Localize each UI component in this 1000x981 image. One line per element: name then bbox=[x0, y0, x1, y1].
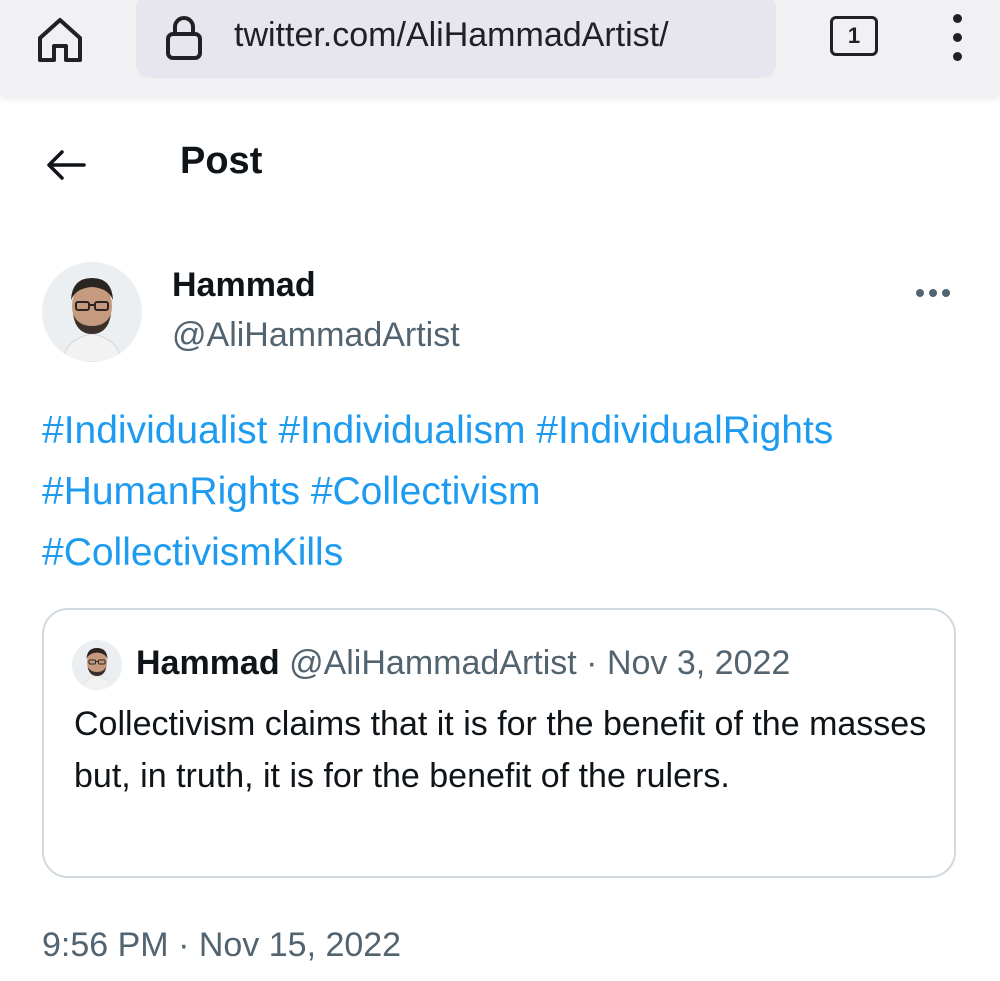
post-text: #Individualist #Individualism #Individua… bbox=[42, 400, 982, 583]
quoted-post-meta: @AliHammadArtist · Nov 3, 2022 bbox=[289, 644, 791, 682]
home-button[interactable] bbox=[34, 14, 86, 66]
back-button[interactable] bbox=[46, 148, 86, 182]
author-handle[interactable]: @AliHammadArtist bbox=[172, 316, 460, 355]
quoted-post-header: Hammad @AliHammadArtist · Nov 3, 2022 bbox=[136, 644, 790, 683]
menu-dot bbox=[952, 52, 962, 61]
more-options-button[interactable] bbox=[916, 284, 956, 297]
post-timestamp[interactable]: 9:56 PM · Nov 15, 2022 bbox=[42, 926, 401, 965]
url-text[interactable]: twitter.com/AliHammadArtist/ bbox=[234, 12, 770, 58]
menu-dot bbox=[952, 14, 962, 23]
author-name[interactable]: Hammad bbox=[172, 266, 316, 305]
page-title: Post bbox=[180, 140, 263, 182]
hashtag-link[interactable]: #CollectivismKills bbox=[42, 531, 343, 574]
hashtag-link[interactable]: #HumanRights bbox=[42, 470, 300, 513]
quoted-author-name: Hammad bbox=[136, 644, 280, 682]
browser-toolbar: twitter.com/AliHammadArtist/ 1 bbox=[0, 0, 1000, 96]
lock-icon bbox=[164, 14, 204, 62]
quoted-post[interactable]: Hammad @AliHammadArtist · Nov 3, 2022 Co… bbox=[42, 608, 956, 878]
author-avatar[interactable] bbox=[42, 262, 142, 362]
quoted-post-text: Collectivism claims that it is for the b… bbox=[74, 705, 927, 795]
quoted-author-avatar bbox=[72, 640, 122, 690]
home-icon bbox=[38, 18, 82, 62]
tabs-count-button[interactable]: 1 bbox=[830, 16, 878, 56]
more-dot bbox=[942, 289, 950, 297]
menu-dot bbox=[952, 33, 962, 42]
overflow-menu-button[interactable] bbox=[945, 10, 969, 64]
hashtag-link[interactable]: #IndividualRights bbox=[536, 409, 833, 452]
hashtag-link[interactable]: #Individualist bbox=[42, 409, 267, 452]
hashtag-link[interactable]: #Collectivism bbox=[311, 470, 541, 513]
hashtag-link[interactable]: #Individualism bbox=[278, 409, 525, 452]
more-dot bbox=[929, 289, 937, 297]
more-dot bbox=[916, 289, 924, 297]
arrow-left-icon bbox=[47, 150, 86, 180]
